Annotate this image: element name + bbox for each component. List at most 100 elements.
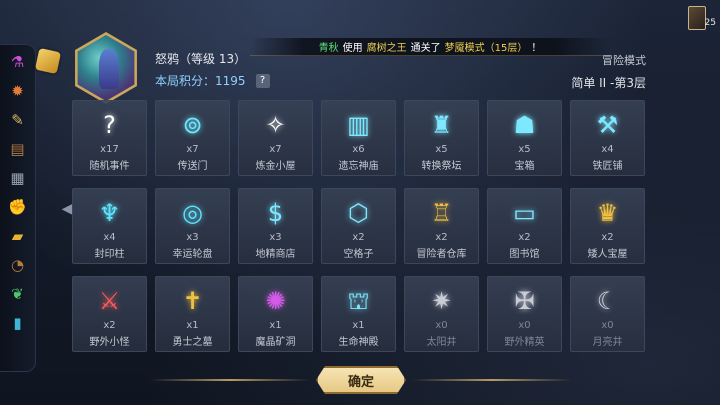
node-label: 生命神殿 <box>338 337 379 348</box>
node-count: x0 <box>518 320 531 331</box>
node-label: 封印柱 <box>94 249 125 260</box>
lucky-wheel-icon: ◎ <box>182 199 203 227</box>
map-node-grid: ? x17 随机事件 ⊚ x7 传送门 ✧ x7 炼金小屋 ▥ x6 遗忘神庙 ♜ x5 转换祭坛 ☗ x5 宝箱… <box>72 100 649 352</box>
node-count: x4 <box>103 232 116 243</box>
map-node-cell[interactable]: ▥ x6 遗忘神庙 <box>321 100 396 176</box>
map-node-cell[interactable]: ♆ x4 封印柱 <box>72 188 147 264</box>
forgotten-temple-icon: ▥ <box>347 111 370 139</box>
node-label: 野外精英 <box>504 337 545 348</box>
map-node-cell[interactable]: ☾ x0 月亮井 <box>570 276 645 352</box>
map-node-cell[interactable]: ◎ x3 幸运轮盘 <box>155 188 230 264</box>
divider-right <box>412 379 572 381</box>
score-label: 本局积分： <box>155 74 216 88</box>
card-deck-icon[interactable] <box>688 6 706 30</box>
map-node-cell[interactable]: ♛ x2 矮人宝屋 <box>570 188 645 264</box>
node-label: 铁匠铺 <box>592 161 623 172</box>
map-node-cell[interactable]: ♜ x5 转换祭坛 <box>404 100 479 176</box>
node-count: x5 <box>518 144 531 155</box>
map-node-cell[interactable]: ▭ x2 图书馆 <box>487 188 562 264</box>
map-node-cell[interactable]: ⚔ x2 野外小怪 <box>72 276 147 352</box>
anvil-icon: ⚒ <box>596 111 619 139</box>
node-label: 太阳井 <box>426 337 457 348</box>
gold-card-icon[interactable] <box>34 47 62 75</box>
banner-use: 使用 <box>342 43 363 54</box>
node-count: x2 <box>518 232 531 243</box>
score-text: 本局积分：1195 <box>155 72 246 89</box>
gold-bars-icon[interactable]: ▰ <box>6 225 30 248</box>
stone-tablet-icon[interactable]: ▦ <box>6 167 30 190</box>
map-node-cell[interactable]: $ x3 地精商店 <box>238 188 313 264</box>
map-node-cell[interactable]: ✺ x1 魔晶矿洞 <box>238 276 313 352</box>
node-count: x2 <box>352 232 365 243</box>
potion-icon[interactable]: ⚗ <box>6 51 30 74</box>
node-label: 野外小怪 <box>89 337 130 348</box>
difficulty-label: 简单 II -第3层 <box>571 76 646 90</box>
dwarf-treasure-icon: ♛ <box>596 199 619 227</box>
node-count: x7 <box>269 144 282 155</box>
map-node-cell[interactable]: ✷ x0 太阳井 <box>404 276 479 352</box>
adventurer-storehouse-icon: ♖ <box>430 199 453 227</box>
divider-left <box>150 379 310 381</box>
map-node-cell[interactable]: ⬡ x2 空格子 <box>321 188 396 264</box>
gauntlet-icon[interactable]: ✊ <box>6 196 30 219</box>
book-icon[interactable]: ▤ <box>6 138 30 161</box>
node-label: 月亮井 <box>592 337 623 348</box>
banner-hero: 腐树之王 <box>366 43 407 54</box>
node-label: 传送门 <box>177 161 208 172</box>
node-label: 宝箱 <box>514 161 535 172</box>
collapse-arrow-icon[interactable]: ◀ <box>62 198 73 220</box>
node-count: x1 <box>186 320 199 331</box>
map-node-cell[interactable]: ♖ x2 冒险者仓库 <box>404 188 479 264</box>
gem-badge-icon[interactable]: ✹ <box>6 80 30 103</box>
map-node-cell[interactable]: ⊚ x7 传送门 <box>155 100 230 176</box>
confirm-button[interactable]: 确定 <box>316 366 406 394</box>
node-label: 地精商店 <box>255 249 296 260</box>
help-button[interactable]: ? <box>255 73 270 88</box>
node-count: x0 <box>435 320 448 331</box>
node-count: x0 <box>601 320 614 331</box>
node-label: 随机事件 <box>89 161 130 172</box>
map-node-cell[interactable]: ⚒ x4 铁匠铺 <box>570 100 645 176</box>
card-deck-count: 25 <box>704 18 716 28</box>
elf-shop-icon: $ <box>267 199 284 227</box>
node-label: 转换祭坛 <box>421 161 462 172</box>
map-node-cell[interactable]: ⛫ x1 生命神殿 <box>321 276 396 352</box>
banner-cleared: 通关了 <box>410 43 441 54</box>
node-count: x7 <box>186 144 199 155</box>
node-label: 图书馆 <box>509 249 540 260</box>
node-count: x3 <box>269 232 282 243</box>
sun-well-icon: ✷ <box>431 287 452 315</box>
question-mark-icon: ? <box>103 111 116 139</box>
node-count: x1 <box>352 320 365 331</box>
scroll-icon[interactable]: ✎ <box>6 109 30 132</box>
map-node-cell[interactable]: ? x17 随机事件 <box>72 100 147 176</box>
elite-axes-icon: ✠ <box>514 287 535 315</box>
node-label: 魔晶矿洞 <box>255 337 296 348</box>
horn-icon[interactable]: ◔ <box>6 254 30 277</box>
banner-bang: ！ <box>531 43 542 54</box>
node-count: x4 <box>601 144 614 155</box>
seal-pillar-icon: ♆ <box>98 199 121 227</box>
node-label: 炼金小屋 <box>255 161 296 172</box>
node-label: 空格子 <box>343 249 374 260</box>
crossed-swords-icon: ⚔ <box>98 287 121 315</box>
map-node-cell[interactable]: ✧ x7 炼金小屋 <box>238 100 313 176</box>
announcement-banner: 青秋 使用 腐树之王 通关了 梦魇模式（15层） ！ <box>250 38 610 56</box>
map-node-cell[interactable]: ✠ x0 野外精英 <box>487 276 562 352</box>
node-count: x3 <box>186 232 199 243</box>
map-node-cell[interactable]: ✝ x1 勇士之墓 <box>155 276 230 352</box>
tomb-icon: ✝ <box>182 287 203 315</box>
card-icon[interactable]: ▮ <box>6 312 30 335</box>
hero-name: 怒鸦（等级 13） <box>155 52 247 66</box>
leaf-icon[interactable]: ❦ <box>6 283 30 306</box>
banner-player: 青秋 <box>318 43 339 54</box>
node-count: x2 <box>435 232 448 243</box>
node-count: x2 <box>601 232 614 243</box>
node-label: 勇士之墓 <box>172 337 213 348</box>
node-count: x2 <box>103 320 116 331</box>
score-value: 1195 <box>215 74 246 88</box>
map-node-cell[interactable]: ☗ x5 宝箱 <box>487 100 562 176</box>
alchemy-hut-icon: ✧ <box>265 111 286 139</box>
node-count: x17 <box>100 144 119 155</box>
empty-cell-icon: ⬡ <box>348 199 369 227</box>
